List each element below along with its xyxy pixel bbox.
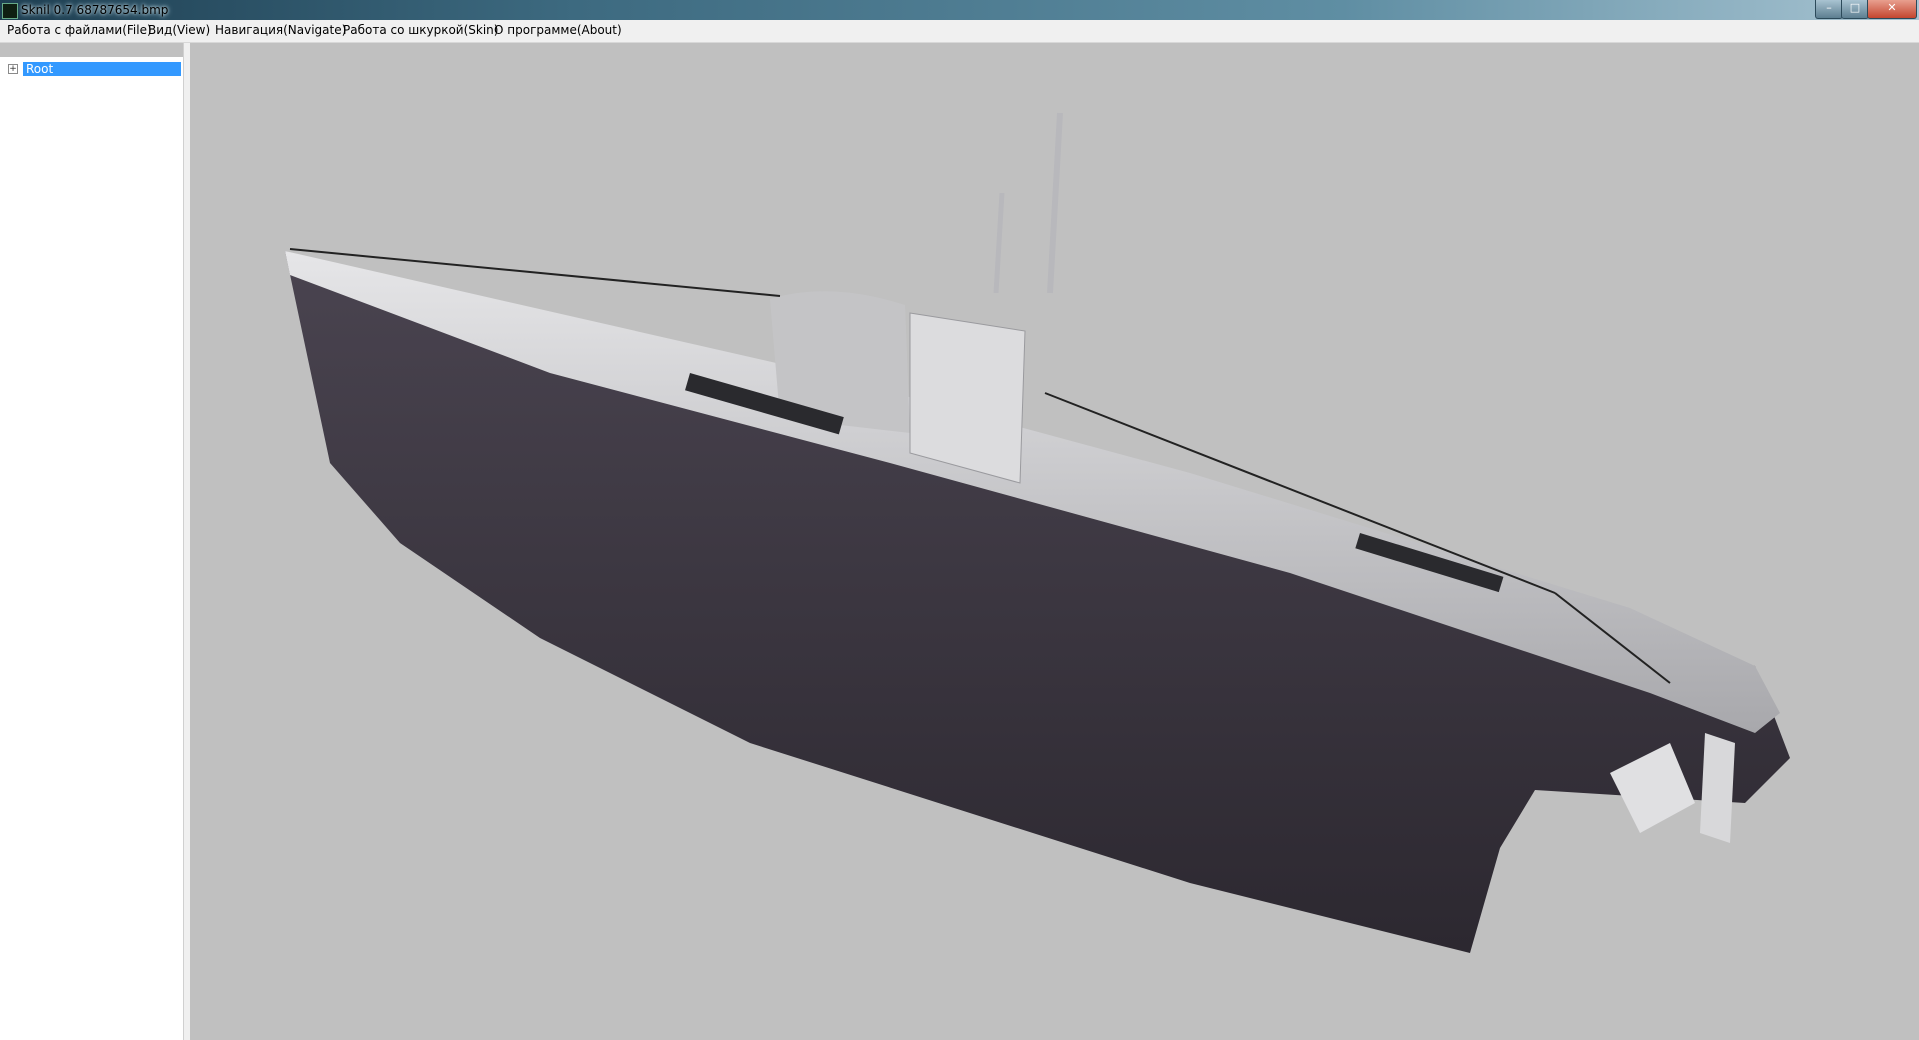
menu-view[interactable]: Вид(View) xyxy=(148,23,210,37)
menu-navigate[interactable]: Навигация(Navigate) xyxy=(215,23,346,37)
menu-file[interactable]: Работа с файлами(File) xyxy=(7,23,152,37)
tree-item-root[interactable]: + Root xyxy=(5,62,181,76)
window-title: Sknil 0.7 68787654.bmp xyxy=(21,3,169,17)
antenna-mast xyxy=(993,192,1005,294)
panel-splitter[interactable] xyxy=(183,43,190,1040)
submarine-model xyxy=(285,112,1790,953)
menu-about[interactable]: О программе(About) xyxy=(494,23,622,37)
minimize-button[interactable]: – xyxy=(1815,0,1843,19)
close-button[interactable]: ✕ xyxy=(1867,0,1917,19)
menu-skin[interactable]: Работа со шкуркой(Skin) xyxy=(343,23,498,37)
app-icon xyxy=(2,3,18,19)
expand-icon[interactable]: + xyxy=(8,64,18,74)
maximize-button[interactable]: □ xyxy=(1841,0,1869,19)
3d-viewport[interactable] xyxy=(190,43,1919,1040)
stern-rudder xyxy=(1700,733,1735,843)
tree-item-label[interactable]: Root xyxy=(23,62,181,76)
periscope-mast xyxy=(1047,112,1063,294)
tree-panel xyxy=(0,57,185,1040)
tower-platform xyxy=(909,312,1026,484)
menu-bar: Работа с файлами(File) Вид(View) Навигац… xyxy=(0,20,1919,43)
title-bar: Sknil 0.7 68787654.bmp – □ ✕ xyxy=(0,0,1919,20)
